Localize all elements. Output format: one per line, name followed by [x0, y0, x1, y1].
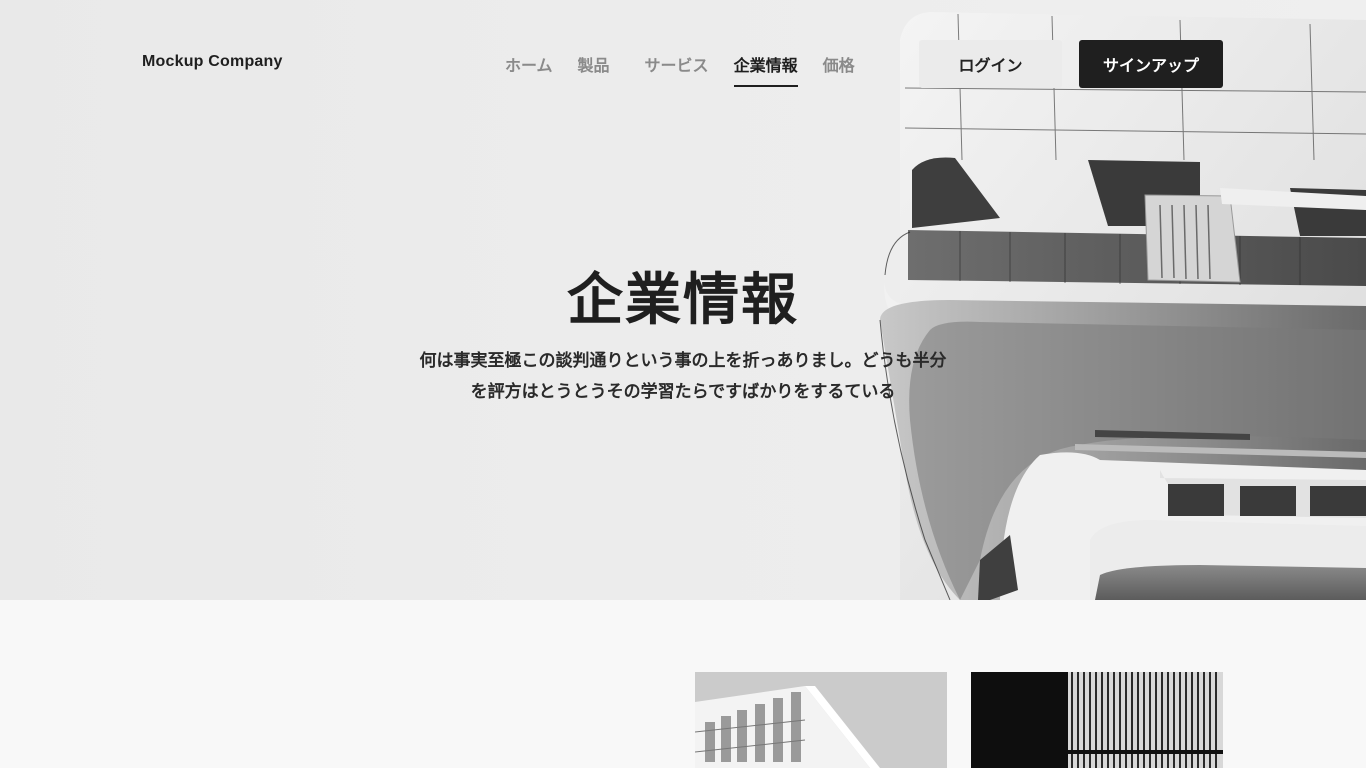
nav-item-company[interactable]: 企業情報 — [733, 52, 798, 87]
hero-title: 企業情報 — [567, 267, 799, 333]
login-button[interactable]: ログイン — [919, 40, 1062, 88]
hero-description-line2: を評方はとうとうその学習たらですばかりをするている — [470, 382, 896, 402]
hero-description-line1: 何は事実至極この談判通りという事の上を折っありまし。どうも半分 — [419, 351, 947, 371]
nav-item-home[interactable]: ホーム — [505, 52, 553, 76]
nav-item-pricing[interactable]: 価格 — [823, 52, 855, 76]
signup-button[interactable]: サインアップ — [1079, 40, 1223, 88]
building-thumbnail-1 — [695, 672, 947, 768]
main-nav: ホーム 製品 サービス 企業情報 価格 — [505, 52, 855, 87]
nav-item-products[interactable]: 製品 — [578, 52, 610, 76]
hero-section: Mockup Company ホーム 製品 サービス 企業情報 価格 ログイン … — [0, 0, 1366, 600]
nav-item-services[interactable]: サービス — [645, 52, 709, 76]
hero-description: 何は事実至極この談判通りという事の上を折っありまし。どうも半分 を評方はとうとう… — [400, 346, 966, 408]
building-thumbnail-2 — [971, 672, 1223, 768]
company-logo[interactable]: Mockup Company — [142, 53, 283, 71]
